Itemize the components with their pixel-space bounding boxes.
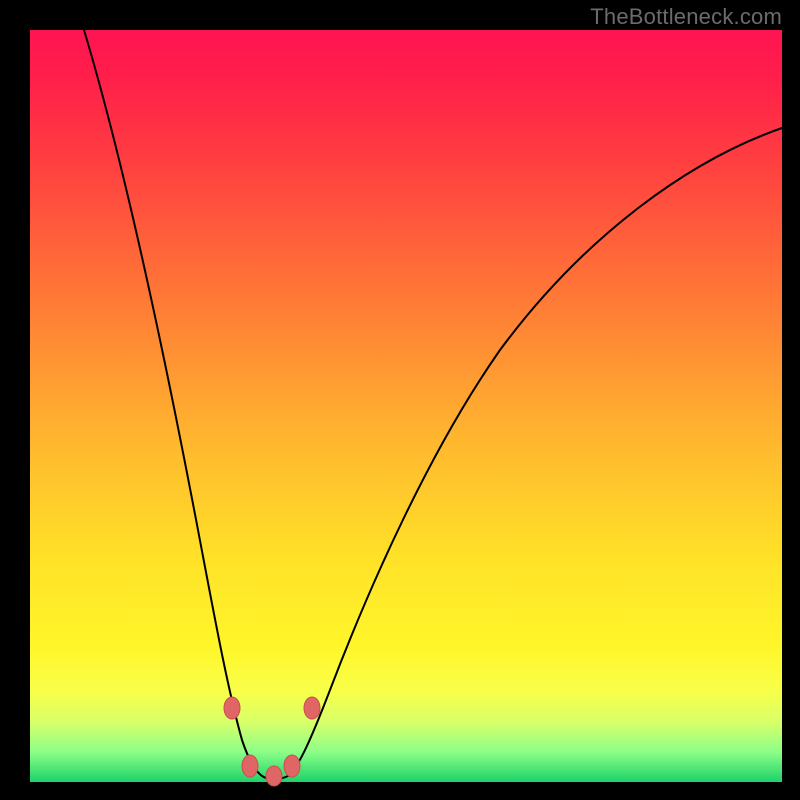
curve-layer — [30, 30, 782, 782]
marker-1 — [224, 697, 240, 719]
curve-right-branch — [288, 128, 782, 776]
marker-4 — [284, 755, 300, 777]
watermark-text: TheBottleneck.com — [590, 4, 782, 30]
outer-frame: TheBottleneck.com — [0, 0, 800, 800]
plot-area — [30, 30, 782, 782]
marker-3 — [266, 766, 282, 786]
marker-5 — [304, 697, 320, 719]
curve-left-branch — [84, 30, 262, 776]
marker-2 — [242, 755, 258, 777]
